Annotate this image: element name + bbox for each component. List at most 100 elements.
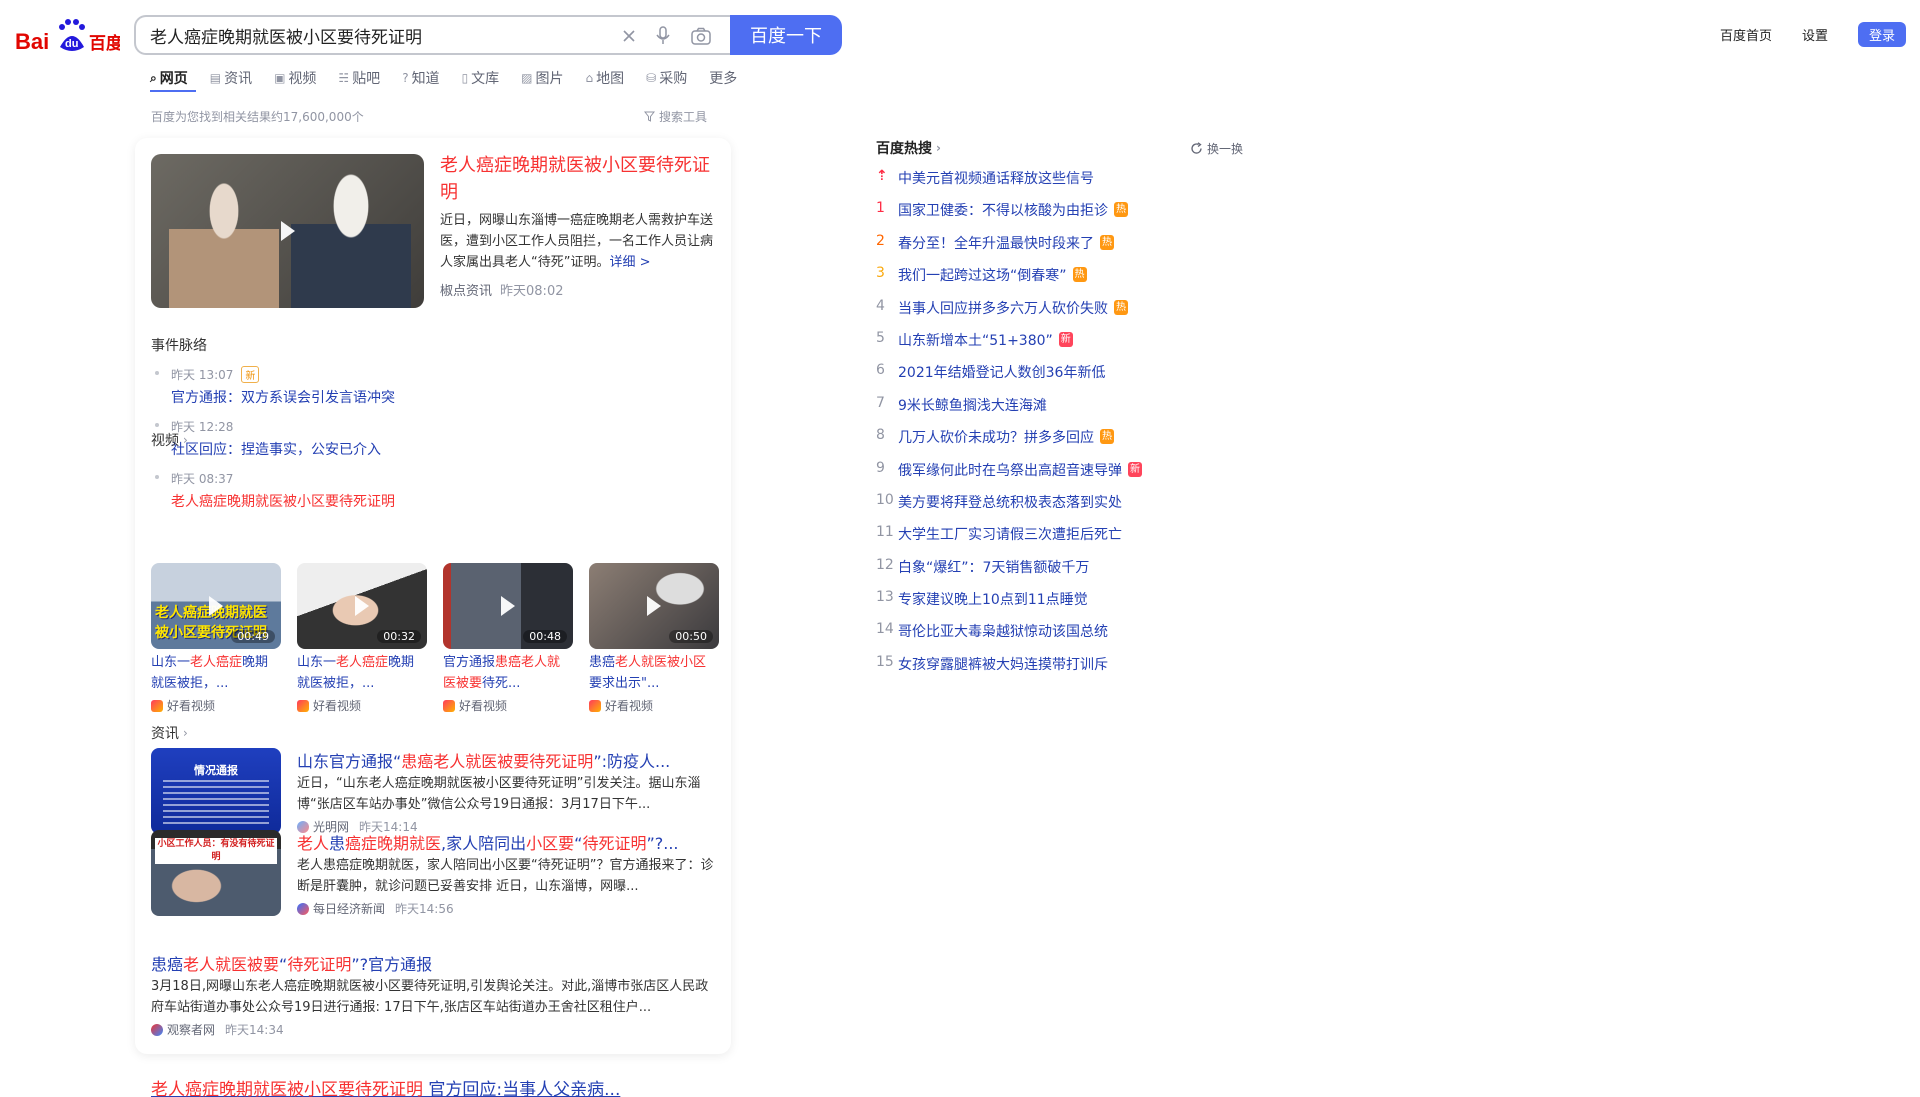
timeline-dot [155,423,159,427]
microphone-icon[interactable] [652,25,674,47]
hot-search-title[interactable]: 百度热搜 › [876,138,941,158]
title-highlight: 老人 [297,834,330,853]
top-result-title[interactable]: 老人癌症晚期就医被小区要待死证明 [440,152,725,206]
play-icon [647,596,661,616]
hot-search-item[interactable]: 8 几万人砍价未成功？拼多多回应热 [876,427,1276,459]
hot-search-item[interactable]: 4 当事人回应拼多多六万人砍价失败热 [876,298,1276,330]
hot-search-text[interactable]: 美方要将拜登总统积极表态落到实处 [898,492,1122,512]
tab-label: 视频 [288,71,317,87]
hot-search-text[interactable]: 9米长鲸鱼搁浅大连海滩 [898,395,1047,415]
video-title[interactable]: 山东一老人癌症晚期就医被拒，... [151,652,281,694]
settings-link[interactable]: 设置 [1802,25,1828,44]
home-link[interactable]: 百度首页 [1720,25,1772,44]
title-highlight: 待死证明 [582,834,647,853]
video-item[interactable]: 00:50 患癌老人就医被小区要求出示"... 好看视频 [589,563,719,714]
tab-label: 贴吧 [352,71,381,87]
active-tab-underline [150,90,196,92]
hot-search-text[interactable]: 俄军缘何此时在乌祭出高超音速导弹 [898,460,1122,480]
refresh-button[interactable]: 换一换 [1190,140,1243,157]
video-item[interactable]: 00:32 山东一老人癌症晚期就医被拒，... 好看视频 [297,563,427,714]
hot-search-item[interactable]: ⇡ 中美元首视频通话释放这些信号 [876,168,1276,200]
hot-search-item[interactable]: 3 我们一起跨过这场“倒春寒” 热 [876,265,1276,297]
hot-search-item[interactable]: 12 白象“爆红”：7天销售额破千万 [876,557,1276,589]
hot-search-text[interactable]: 哥伦比亚大毒枭越狱惊动该国总统 [898,621,1108,641]
video-item[interactable]: 00:48 官方通报患癌老人就医被要待死... 好看视频 [443,563,573,714]
tab-news[interactable]: ▤ 资讯 [210,68,252,88]
tab-more[interactable]: 更多 [709,68,737,88]
tab-tieba[interactable]: ☵ 贴吧 [338,68,380,88]
hot-search-text[interactable]: 大学生工厂实习请假三次遭拒后死亡 [898,524,1122,544]
hot-search-item[interactable]: 6 2021年结婚登记人数创36年新低 [876,362,1276,394]
video-title[interactable]: 官方通报患癌老人就医被要待死... [443,652,573,694]
video-duration: 00:50 [669,630,713,643]
video-item[interactable]: 老人癌症晚期就医被小区要待死证明 00:49 山东一老人癌症晚期就医被拒，...… [151,563,281,714]
search-tools-button[interactable]: 搜索工具 [644,108,707,125]
hot-rank: 3 [876,265,885,282]
timeline-item[interactable]: 昨天 12:28 社区回应：捏造事实，公安已介入 [155,418,715,470]
hot-search-item[interactable]: 2 春分至！全年升温最快时段来了热 [876,233,1276,265]
hot-search-item[interactable]: 14 哥伦比亚大毒枭越狱惊动该国总统 [876,621,1276,653]
videos-title[interactable]: 视频 › [151,430,188,450]
title-highlight: 癌症晚期就医 [345,834,442,853]
tab-web[interactable]: ⌕ 网页 [150,68,188,88]
video-thumbnail[interactable]: 老人癌症晚期就医被小区要待死证明 00:49 [151,563,281,649]
hot-search-text[interactable]: 当事人回应拼多多六万人砍价失败 [898,298,1108,318]
hot-search-text[interactable]: 中美元首视频通话释放这些信号 [898,168,1094,188]
tab-wenku[interactable]: ▯ 文库 [462,68,500,88]
hot-search-item[interactable]: 5 山东新增本土“51+380” 新 [876,330,1276,362]
hot-search-item[interactable]: 11 大学生工厂实习请假三次遭拒后死亡 [876,524,1276,556]
timeline-item[interactable]: 昨天 13:07 新 官方通报：双方系误会引发言语冲突 [155,366,715,418]
hot-search-item[interactable]: 15 女孩穿露腿裤被大妈连摸带打训斥 [876,654,1276,686]
hot-search-text[interactable]: 山东新增本土“51+380” [898,330,1053,350]
hot-search-item[interactable]: 1 国家卫健委：不得以核酸为由拒诊热 [876,200,1276,232]
hot-search-text[interactable]: 春分至！全年升温最快时段来了 [898,233,1094,253]
title-part: 待死... [482,676,521,691]
video-title[interactable]: 患癌老人就医被小区要求出示"... [589,652,719,694]
timeline-item[interactable]: 昨天 08:37 老人癌症晚期就医被小区要待死证明 [155,470,715,522]
timeline-dot [155,371,159,375]
hot-search-item[interactable]: 7 9米长鲸鱼搁浅大连海滩 [876,395,1276,427]
video-title[interactable]: 山东一老人癌症晚期就医被拒，... [297,652,427,694]
news-thumbnail[interactable]: 小区工作人员：有没有待死证明 [151,830,281,916]
login-button[interactable]: 登录 [1857,22,1906,47]
tab-shop[interactable]: ⛁ 采购 [646,68,687,88]
tab-map[interactable]: ⌂ 地图 [586,68,625,88]
hot-search-text[interactable]: 女孩穿露腿裤被大妈连摸带打训斥 [898,654,1108,674]
hot-search-item[interactable]: 9 俄军缘何此时在乌祭出高超音速导弹新 [876,460,1276,492]
news-icon: ▤ [209,71,222,85]
timeline-text[interactable]: 社区回应：捏造事实，公安已介入 [171,439,715,459]
timeline-text[interactable]: 官方通报：双方系误会引发言语冲突 [171,387,715,407]
tab-image[interactable]: ▨ 图片 [521,68,563,88]
search-input[interactable] [150,17,590,53]
video-thumbnail[interactable]: 00:48 [443,563,573,649]
tab-zhidao[interactable]: ? 知道 [402,68,439,88]
search-button[interactable]: 百度一下 [730,15,842,55]
news-desc: 老人患癌症晚期就医，家人陪同出小区要“待死证明”？官方通报来了：诊断是肝囊肿，就… [297,858,714,894]
hot-search-text[interactable]: 我们一起跨过这场“倒春寒” [898,265,1067,285]
news-thumbnail[interactable]: 情况通报 [151,748,281,834]
baidu-logo[interactable]: Bai du 百度 [15,17,120,55]
news-title[interactable]: 资讯 › [151,723,188,743]
news-title[interactable]: 山东官方通报“患癌老人就医被要待死证明”:防疫人... [297,748,717,772]
tab-video[interactable]: ▣ 视频 [274,68,316,88]
hot-search-item[interactable]: 13 专家建议晚上10点到11点睡觉 [876,589,1276,621]
hot-search-text[interactable]: 几万人砍价未成功？拼多多回应 [898,427,1094,447]
hot-search-text[interactable]: 白象“爆红”：7天销售额破千万 [898,557,1089,577]
camera-icon[interactable] [690,25,712,47]
hot-search-text[interactable]: 国家卫健委：不得以核酸为由拒诊 [898,200,1108,220]
video-thumbnail[interactable]: 00:50 [589,563,719,649]
top-video-thumbnail[interactable] [151,154,424,308]
news-title[interactable]: 老人患癌症晚期就医,家人陪同出小区要“待死证明”?... [297,830,717,854]
result-stats: 百度为您找到相关结果约17,600,000个 [151,110,364,124]
detail-link[interactable]: 详细 > [609,255,650,270]
new-badge: 新 [1128,461,1142,477]
timeline-text[interactable]: 老人癌症晚期就医被小区要待死证明 [171,491,715,511]
video-thumbnail[interactable]: 00:32 [297,563,427,649]
title-part: ”?... [646,834,679,853]
clear-icon[interactable] [618,25,640,47]
hot-search-item[interactable]: 10 美方要将拜登总统积极表态落到实处 [876,492,1276,524]
hot-search-text[interactable]: 专家建议晚上10点到11点睡觉 [898,589,1088,609]
hot-search-text[interactable]: 2021年结婚登记人数创36年新低 [898,362,1105,382]
result-title-link[interactable]: 老人癌症晚期就医被小区要待死证明 官方回应:当事人父亲病... [151,1075,620,1097]
news-title[interactable]: 患癌老人就医被要“待死证明”?官方通报 [151,951,432,975]
